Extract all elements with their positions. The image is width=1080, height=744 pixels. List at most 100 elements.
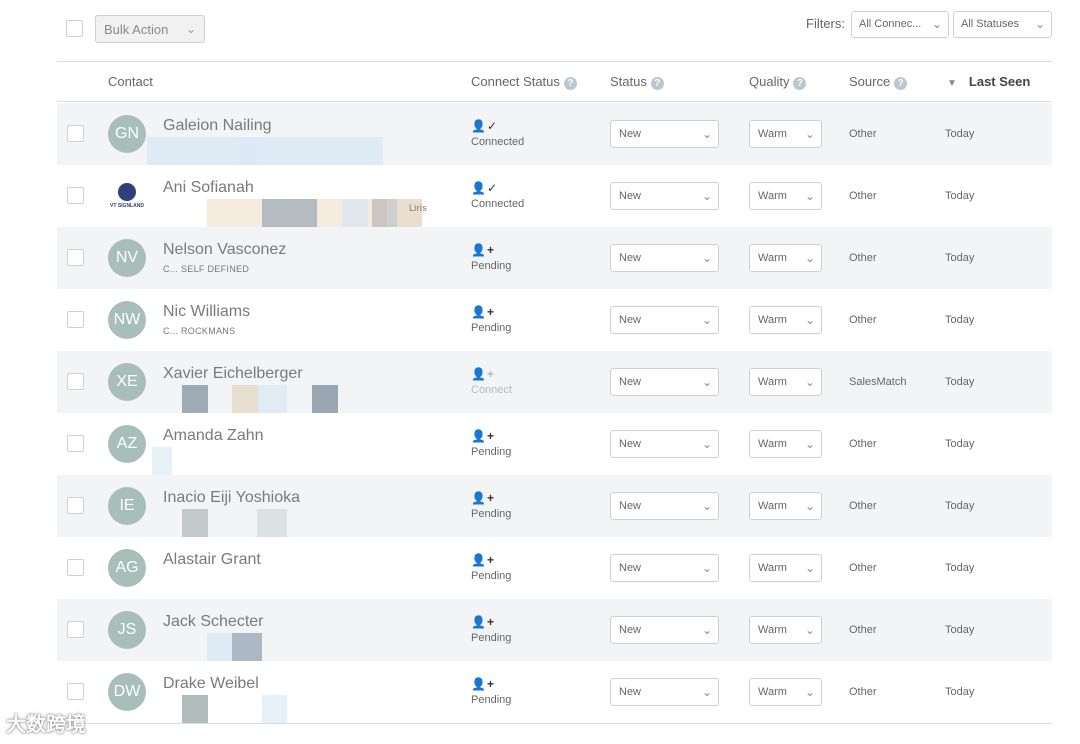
chevron-down-icon: ⌄ xyxy=(804,251,815,265)
contact-name[interactable]: Nelson Vasconez xyxy=(163,241,286,259)
quality-select[interactable]: Warm ⌄ xyxy=(749,306,822,334)
status-select[interactable]: New ⌄ xyxy=(610,306,719,334)
quality-select[interactable]: Warm ⌄ xyxy=(749,492,822,520)
status-select[interactable]: New ⌄ xyxy=(610,492,719,520)
quality-select[interactable]: Warm ⌄ xyxy=(749,244,822,272)
row-checkbox[interactable] xyxy=(67,621,84,638)
table-row[interactable]: VT SIGNLAND Ani Sofianah Liris 👤✓ Connec… xyxy=(57,165,1052,227)
table-row[interactable]: IE Inacio Eiji Yoshioka 👤+ Pending New ⌄… xyxy=(57,475,1052,537)
column-header-last-seen[interactable]: ▼ Last Seen xyxy=(947,74,1030,89)
quality-select[interactable]: Warm ⌄ xyxy=(749,182,822,210)
quality-select[interactable]: Warm ⌄ xyxy=(749,120,822,148)
table-row[interactable]: JS Jack Schecter 👤+ Pending New ⌄ Warm ⌄… xyxy=(57,599,1052,661)
table-row[interactable]: AG Alastair Grant 👤+ Pending New ⌄ Warm … xyxy=(57,537,1052,599)
source-value: Other xyxy=(849,500,877,512)
avatar[interactable]: DW xyxy=(108,673,146,711)
quality-value: Warm xyxy=(758,314,787,326)
chevron-down-icon: ⌄ xyxy=(701,375,712,389)
source-value: Other xyxy=(849,314,877,326)
row-checkbox[interactable] xyxy=(67,187,84,204)
avatar[interactable]: IE xyxy=(108,487,146,525)
column-header-source[interactable]: Source? xyxy=(849,74,908,90)
contact-name[interactable]: Amanda Zahn xyxy=(163,427,264,445)
avatar[interactable]: XE xyxy=(108,363,146,401)
row-checkbox[interactable] xyxy=(67,125,84,142)
column-header-quality-label: Quality xyxy=(749,74,790,89)
status-filter-select[interactable]: All Statuses ⌄ xyxy=(953,11,1052,38)
bulk-action-dropdown[interactable]: Bulk Action ⌄ xyxy=(95,15,205,43)
redacted-block xyxy=(182,695,208,723)
contact-name[interactable]: Galeion Nailing xyxy=(163,117,272,135)
connect-filter-select[interactable]: All Connec... ⌄ xyxy=(851,11,949,38)
contact-name[interactable]: Drake Weibel xyxy=(163,675,259,693)
status-select[interactable]: New ⌄ xyxy=(610,120,719,148)
contact-name[interactable]: Jack Schecter xyxy=(163,613,263,631)
redacted-block xyxy=(232,385,258,413)
contact-name[interactable]: Alastair Grant xyxy=(163,551,261,569)
quality-select[interactable]: Warm ⌄ xyxy=(749,554,822,582)
row-checkbox[interactable] xyxy=(67,249,84,266)
contact-name[interactable]: Xavier Eichelberger xyxy=(163,365,303,383)
connect-status[interactable]: 👤+ Connect xyxy=(471,365,512,396)
status-select[interactable]: New ⌄ xyxy=(610,554,719,582)
quality-select[interactable]: Warm ⌄ xyxy=(749,430,822,458)
last-seen-value: Today xyxy=(945,562,975,574)
avatar[interactable]: JS xyxy=(108,611,146,649)
avatar[interactable]: AG xyxy=(108,549,146,587)
table-row[interactable]: AZ Amanda Zahn 👤+ Pending New ⌄ Warm ⌄ O… xyxy=(57,413,1052,475)
avatar[interactable]: GN xyxy=(108,115,146,153)
last-seen-value: Today xyxy=(945,128,975,140)
connect-status: 👤+ Pending xyxy=(471,241,511,272)
quality-value: Warm xyxy=(758,376,787,388)
quality-value: Warm xyxy=(758,128,787,140)
contact-name[interactable]: Inacio Eiji Yoshioka xyxy=(163,489,300,507)
contact-name[interactable]: Ani Sofianah xyxy=(163,179,254,197)
help-icon[interactable]: ? xyxy=(563,77,577,90)
quality-select[interactable]: Warm ⌄ xyxy=(749,678,822,706)
help-icon[interactable]: ? xyxy=(793,77,807,90)
table-row[interactable]: GN Galeion Nailing 👤✓ Connected New ⌄ Wa… xyxy=(57,103,1052,165)
table-row[interactable]: NV Nelson Vasconez C... SELF DEFINED 👤+ … xyxy=(57,227,1052,289)
column-header-quality[interactable]: Quality? xyxy=(749,74,807,90)
person-plus-icon: 👤+ xyxy=(471,677,495,691)
status-select[interactable]: New ⌄ xyxy=(610,616,719,644)
row-checkbox[interactable] xyxy=(67,683,84,700)
row-checkbox[interactable] xyxy=(67,559,84,576)
column-header-contact[interactable]: Contact xyxy=(108,74,153,89)
quality-select[interactable]: Warm ⌄ xyxy=(749,616,822,644)
connect-status: 👤+ Pending xyxy=(471,675,511,706)
last-seen-value: Today xyxy=(945,686,975,698)
table-row[interactable]: XE Xavier Eichelberger 👤+ Connect New ⌄ … xyxy=(57,351,1052,413)
redacted-block xyxy=(147,137,383,165)
row-checkbox[interactable] xyxy=(67,435,84,452)
row-checkbox[interactable] xyxy=(67,311,84,328)
avatar[interactable]: VT SIGNLAND xyxy=(108,177,146,215)
table-row[interactable]: NW Nic Williams C... ROCKMANS 👤+ Pending… xyxy=(57,289,1052,351)
select-all-checkbox[interactable] xyxy=(66,20,83,37)
row-checkbox[interactable] xyxy=(67,373,84,390)
quality-select[interactable]: Warm ⌄ xyxy=(749,368,822,396)
column-header-status-label: Status xyxy=(610,74,647,89)
status-value: New xyxy=(619,376,642,388)
chevron-down-icon: ⌄ xyxy=(701,251,712,265)
status-select[interactable]: New ⌄ xyxy=(610,678,719,706)
chevron-down-icon: ⌄ xyxy=(804,127,815,141)
column-header-status[interactable]: Status? xyxy=(610,74,664,90)
column-header-connect-status[interactable]: Connect Status? xyxy=(471,74,577,90)
status-select[interactable]: New ⌄ xyxy=(610,368,719,396)
table-row[interactable]: DW Drake Weibel 👤+ Pending New ⌄ Warm ⌄ … xyxy=(57,661,1052,723)
status-select[interactable]: New ⌄ xyxy=(610,430,719,458)
avatar[interactable]: AZ xyxy=(108,425,146,463)
row-checkbox[interactable] xyxy=(67,497,84,514)
avatar[interactable]: NV xyxy=(108,239,146,277)
chevron-down-icon: ⌄ xyxy=(804,561,815,575)
status-select[interactable]: New ⌄ xyxy=(610,182,719,210)
avatar[interactable]: NW xyxy=(108,301,146,339)
redacted-block xyxy=(312,385,338,413)
connect-status: 👤+ Pending xyxy=(471,427,511,458)
quality-value: Warm xyxy=(758,624,787,636)
status-select[interactable]: New ⌄ xyxy=(610,244,719,272)
help-icon[interactable]: ? xyxy=(894,77,908,90)
contact-name[interactable]: Nic Williams xyxy=(163,303,250,321)
help-icon[interactable]: ? xyxy=(650,77,664,90)
